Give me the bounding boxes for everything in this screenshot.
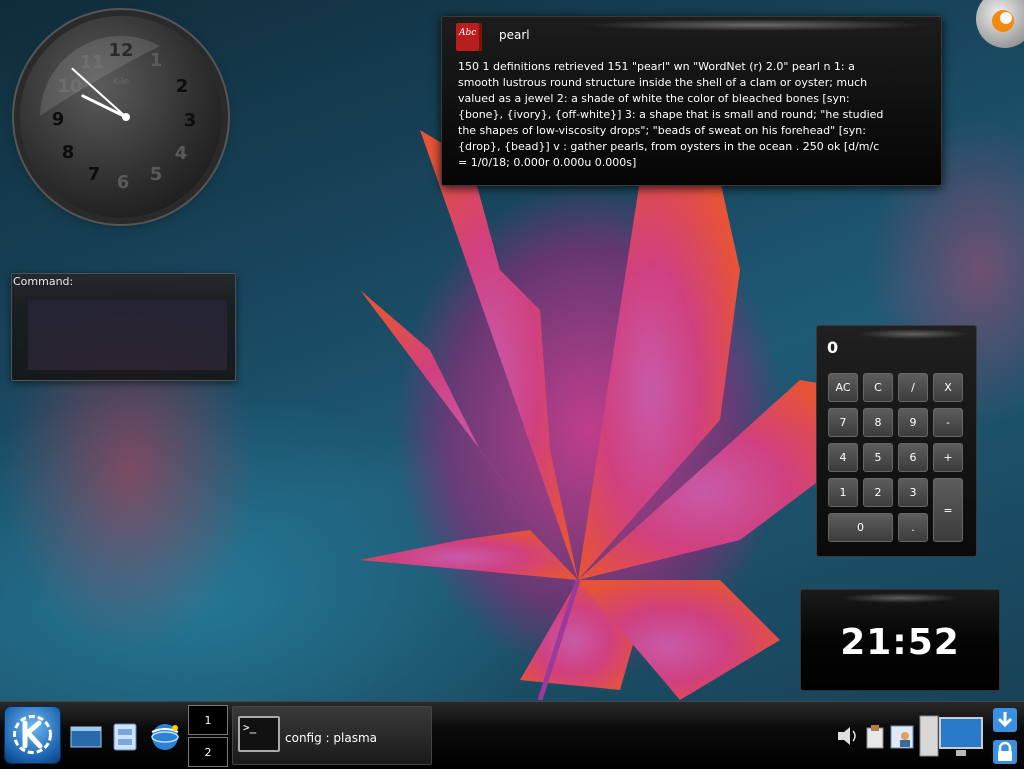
dictionary-icon-label: Abc	[459, 28, 477, 38]
clock-number-3: 3	[184, 110, 197, 131]
digital-clock-time: 21:52	[840, 622, 960, 663]
download-icon[interactable]	[992, 707, 1018, 733]
dictionary-definition: 150 1 definitions retrieved 151 "pearl" …	[458, 60, 884, 169]
taskbar-panel: 1 2 >_ config : plasma	[0, 701, 1024, 769]
calc-button-clear[interactable]: C	[863, 373, 893, 402]
clock-number-4: 4	[175, 143, 188, 164]
clock-number-2: 2	[176, 76, 189, 97]
terminal-icon: >_	[238, 716, 280, 752]
clock-number-9: 9	[52, 109, 65, 130]
kde-menu-button[interactable]	[5, 707, 60, 763]
clock-number-7: 7	[88, 164, 101, 185]
analog-clock-widget[interactable]: 12 1 2 3 4 5 6 7 8 9 10 11 Kile	[20, 16, 222, 218]
clock-number-8: 8	[62, 142, 75, 163]
task-item-config-plasma[interactable]: >_ config : plasma	[232, 706, 432, 765]
calc-button-7[interactable]: 7	[828, 408, 858, 437]
dictionary-widget[interactable]: Abc pearl 150 1 definitions retrieved 15…	[441, 16, 942, 186]
command-label: Command:	[13, 275, 74, 288]
calc-button-5[interactable]: 5	[863, 443, 893, 472]
lock-icon[interactable]	[992, 739, 1018, 765]
calc-button-equals[interactable]: =	[933, 478, 963, 542]
dictionary-icon: Abc	[456, 23, 482, 51]
clock-brand: Kile	[113, 77, 130, 87]
analog-clock-face: 12 1 2 3 4 5 6 7 8 9 10 11 Kile	[40, 35, 197, 193]
calc-button-0[interactable]: 0	[828, 513, 893, 542]
dictionary-gloss	[582, 19, 931, 31]
clock-number-1: 1	[150, 50, 163, 71]
kde-menu-icon	[13, 715, 52, 754]
clock-number-5: 5	[150, 164, 163, 185]
calc-button-4[interactable]: 4	[828, 443, 858, 472]
calc-button-8[interactable]: 8	[863, 408, 893, 437]
calc-button-2[interactable]: 2	[863, 478, 893, 507]
command-widget[interactable]: Command:	[11, 273, 236, 381]
calculator-widget[interactable]: 0 AC C / X 7 8 9 - 4 5 6 + 1 2 3 = 0 .	[816, 325, 977, 557]
calc-button-3[interactable]: 3	[898, 478, 928, 507]
desktop-toolbox-button[interactable]	[976, 0, 1024, 48]
calc-button-multiply[interactable]: X	[933, 373, 963, 402]
calc-button-1[interactable]: 1	[828, 478, 858, 507]
volume-icon[interactable]	[836, 725, 860, 747]
digital-clock-widget[interactable]: 21:52	[800, 589, 1000, 691]
calc-button-all-clear[interactable]: AC	[828, 373, 858, 402]
clock-center	[122, 113, 130, 121]
pager-desktop-1[interactable]: 1	[188, 705, 228, 735]
calc-button-plus[interactable]: +	[933, 443, 963, 472]
computer-icon[interactable]	[918, 714, 984, 760]
file-manager-icon[interactable]	[112, 722, 138, 752]
plasma-icon	[992, 10, 1014, 32]
calculator-display: 0	[827, 338, 839, 357]
clock-number-6: 6	[117, 172, 130, 193]
calc-button-divide[interactable]: /	[898, 373, 928, 402]
calc-button-decimal[interactable]: .	[898, 513, 928, 542]
user-icon[interactable]	[890, 724, 914, 750]
command-input[interactable]	[28, 300, 227, 370]
digital-clock-gloss	[841, 593, 959, 603]
clipboard-icon[interactable]	[864, 724, 888, 750]
dictionary-word[interactable]: pearl	[499, 28, 530, 42]
desktop-icon[interactable]	[70, 724, 102, 750]
calc-button-minus[interactable]: -	[933, 408, 963, 437]
calculator-gloss	[857, 329, 970, 339]
calc-button-9[interactable]: 9	[898, 408, 928, 437]
clock-hour-hand	[81, 94, 128, 119]
web-browser-icon[interactable]	[148, 720, 182, 754]
calc-button-6[interactable]: 6	[898, 443, 928, 472]
pager-desktop-2[interactable]: 2	[188, 737, 228, 767]
task-label: config : plasma	[285, 731, 377, 745]
terminal-icon-text: >_	[243, 721, 257, 734]
